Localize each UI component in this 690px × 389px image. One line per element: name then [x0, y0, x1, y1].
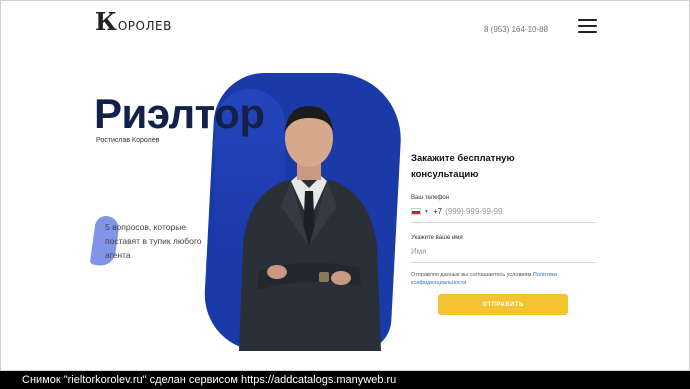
realtor-name: Ростислав Королев — [96, 137, 160, 144]
form-title: Закажите бесплатную консультацию — [411, 153, 515, 180]
burger-line — [578, 19, 597, 21]
phone-input[interactable]: (999) 999-99-99 — [445, 207, 502, 216]
name-input[interactable]: Имя — [411, 247, 427, 256]
screenshot-caption: Снимок "rieltorkorolev.ru" сделан сервис… — [0, 371, 690, 389]
consent-text: Отправляя данные вы соглашаетесь условия… — [411, 271, 576, 287]
hamburger-icon[interactable] — [578, 19, 597, 33]
phone-field[interactable]: ▼ +7 (999) 999-99-99 — [411, 201, 596, 223]
header-phone[interactable]: 8 (953) 164-10-88 — [484, 25, 548, 34]
site-logo[interactable]: К ОРОЛЕВ — [95, 10, 172, 34]
logo-text: ОРОЛЕВ — [117, 19, 172, 33]
name-field[interactable]: Имя — [411, 241, 596, 263]
phone-country-code: +7 — [432, 207, 443, 216]
hero-title: Риэлтор — [94, 90, 265, 137]
russia-flag-icon[interactable] — [411, 208, 421, 215]
burger-line — [578, 25, 597, 27]
burger-line — [578, 31, 597, 33]
chevron-down-icon[interactable]: ▼ — [424, 209, 429, 215]
submit-button[interactable]: ОТПРАВИТЬ — [438, 294, 568, 315]
consent-label: Отправляя данные вы соглашаетесь условия… — [411, 272, 532, 278]
questions-link[interactable]: 5 вопросов, которые поставят в тупик люб… — [105, 220, 215, 262]
consultation-form: Закажите бесплатную консультацию Ваш тел… — [411, 151, 596, 315]
page-frame: К ОРОЛЕВ 8 (953) 164-10-88 Риэлтор Рости… — [0, 0, 690, 371]
logo-initial: К — [95, 7, 117, 36]
